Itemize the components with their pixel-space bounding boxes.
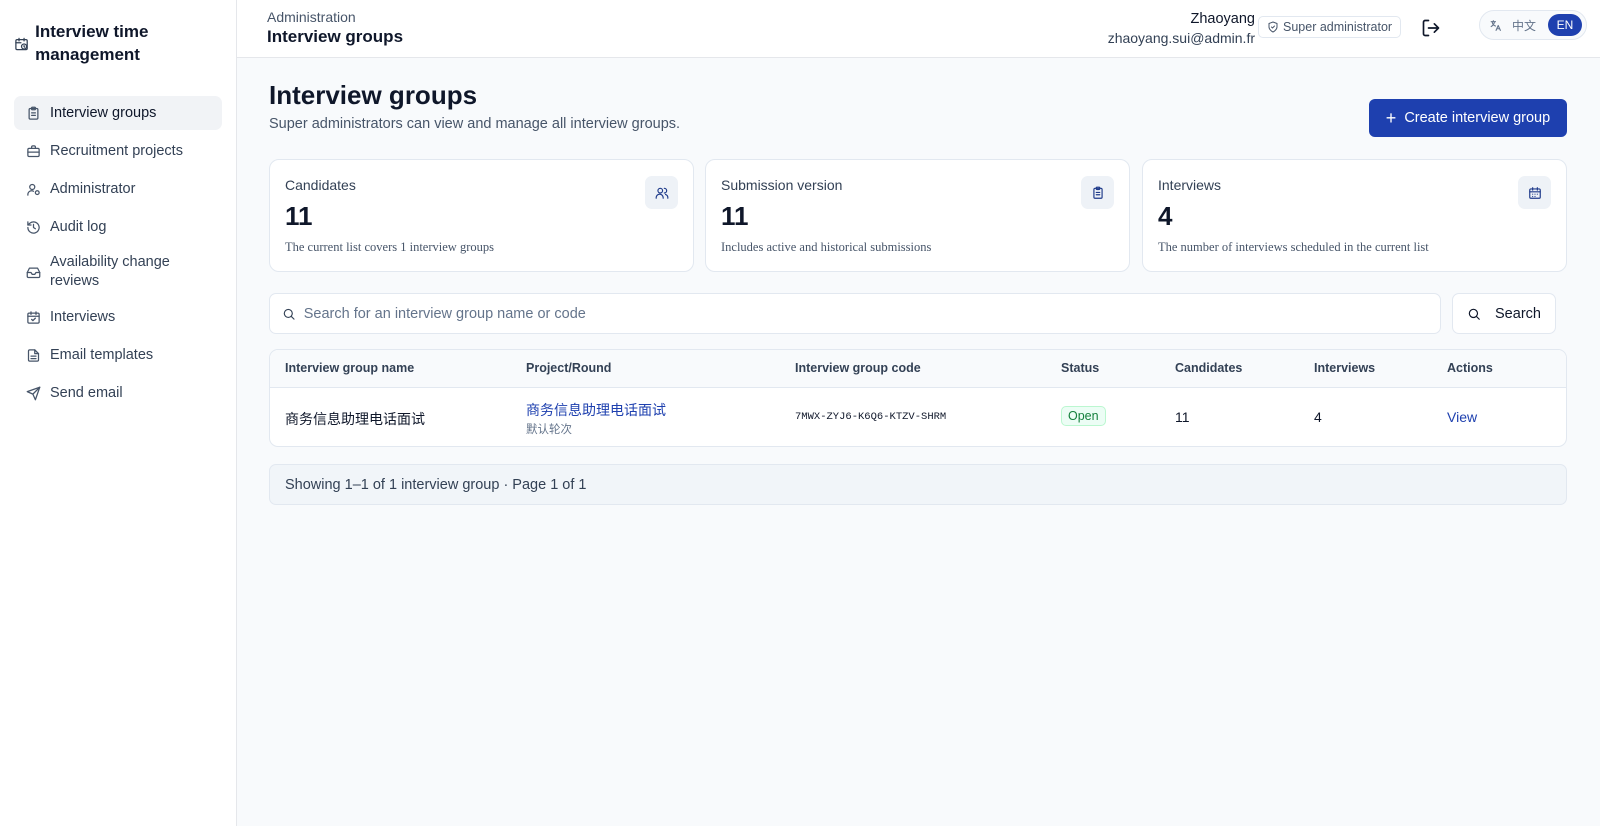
sidebar-item-audit-log[interactable]: Audit log [14,210,222,244]
calendar-check-icon [27,310,40,324]
status-cell: Open [1061,406,1106,426]
calendar-clock-icon [15,37,28,51]
stat-label: Candidates [285,177,356,193]
sidebar-item-label: Audit log [50,218,107,235]
project-link[interactable]: 商务信息助理电话面试 [526,400,666,420]
search-input[interactable] [303,305,1428,322]
sidebar-item-interview-groups[interactable]: Interview groups [14,96,222,130]
stat-description: The current list covers 1 interview grou… [285,240,494,254]
stat-value: 4 [1158,201,1173,231]
history-icon [27,220,40,234]
round-name: 默认轮次 [526,424,572,436]
inbox-icon [26,267,41,278]
calendar-icon [1518,176,1551,209]
column-header[interactable]: Interviews [1314,361,1375,375]
send-icon [26,386,41,400]
create-button-label: Create interview group [1404,110,1551,126]
search-button-label: Search [1495,305,1541,322]
user-email: zhaoyang.sui@admin.fr [1107,30,1255,46]
clipboard-icon [28,106,39,120]
view-link[interactable]: View [1447,409,1477,425]
table-header: Interview group name Project/Round Inter… [270,350,1566,388]
translate-icon [1490,19,1501,31]
interviews-count: 4 [1314,409,1322,425]
user-info: Zhaoyang zhaoyang.sui@admin.fr [1108,10,1255,48]
column-header[interactable]: Interview group name [285,361,414,375]
search-button[interactable]: Search [1452,293,1556,334]
column-header[interactable]: Interview group code [795,361,921,375]
briefcase-icon [27,144,40,157]
stat-card-interviews: Interviews 4 The number of interviews sc… [1142,159,1567,272]
stat-description: Includes active and historical submissio… [721,240,932,254]
shield-check-icon [1268,21,1278,33]
plus-icon: + [1385,108,1397,128]
sidebar-item-send-email[interactable]: Send email [14,376,222,410]
user-cog-icon [27,183,40,196]
document-icon [27,348,40,362]
page-subtitle: Super administrators can view and manage… [269,116,681,132]
sidebar-item-label: Send email [50,384,123,401]
stat-card-candidates: Candidates 11 The current list covers 1 … [269,159,694,272]
stat-cards: Candidates 11 The current list covers 1 … [269,159,1567,272]
column-header[interactable]: Candidates [1175,361,1242,375]
column-header[interactable]: Project/Round [526,361,611,375]
group-code: 7MWX-ZYJ6-K6Q6-KTZV-SHRM [795,411,947,423]
stat-description: The number of interviews scheduled in th… [1158,240,1429,254]
user-name: Zhaoyang [1190,11,1256,27]
sidebar-item-label: Recruitment projects [50,142,183,159]
language-switcher: 中文 EN [1479,10,1587,40]
table-row: 商务信息助理电话面试 商务信息助理电话面试 默认轮次 7MWX-ZYJ6-K6Q… [270,388,1566,446]
stat-card-submission-version: Submission version 11 Includes active an… [705,159,1130,272]
sidebar-item-label: Administrator [50,180,136,197]
header-title: Interview groups [267,27,404,46]
sidebar-item-interviews[interactable]: Interviews [14,300,222,334]
stat-value: 11 [721,201,749,231]
sidebar-item-recruitment-projects[interactable]: Recruitment projects [14,134,222,168]
search-field [269,293,1441,334]
sidebar-item-label: Interviews [50,308,116,325]
breadcrumb[interactable]: Administration [267,9,356,25]
sidebar-item-label: Availability change reviews [50,254,170,289]
role-badge: Super administrator [1258,16,1402,38]
stat-value: 11 [285,201,313,231]
page-title: Interview groups [269,80,478,110]
users-icon [645,176,678,209]
stat-label: Submission version [721,177,843,193]
stat-label: Interviews [1158,177,1222,193]
clipboard-icon [1081,176,1114,209]
main-content: Interview groups Super administrators ca… [237,58,1600,826]
sidebar-item-availability-change-reviews[interactable]: Availability change reviews [14,248,222,296]
sidebar: Interview time management Interview grou… [0,0,237,826]
pagination-summary: Showing 1–1 of 1 interview group · Page … [269,464,1567,505]
brand: Interview time management [0,0,236,66]
sidebar-item-administrator[interactable]: Administrator [14,172,222,206]
status-badge: Open [1061,406,1106,426]
logout-icon[interactable] [1421,18,1441,38]
interview-groups-table: Interview group name Project/Round Inter… [269,349,1567,447]
group-name: 商务信息助理电话面试 [285,411,425,427]
candidates-count: 11 [1175,409,1190,425]
column-header[interactable]: Status [1061,361,1099,375]
top-bar: Administration Interview groups Zhaoyang… [237,0,1600,58]
lang-zh-button[interactable]: 中文 [1512,17,1536,34]
sidebar-item-label: Email templates [50,346,154,363]
pagination-text: Showing 1–1 of 1 interview group · Page … [285,476,587,493]
app-title: Interview time management [35,22,149,64]
column-header: Actions [1447,361,1493,375]
role-label: Super administrator [1283,20,1393,34]
sidebar-nav: Interview groups Recruitment projects Ad… [0,96,236,410]
lang-en-button[interactable]: EN [1548,14,1583,36]
search-icon [1468,308,1480,320]
sidebar-item-email-templates[interactable]: Email templates [14,338,222,372]
search-icon [283,308,295,320]
create-interview-group-button[interactable]: + Create interview group [1369,99,1567,137]
sidebar-item-label: Interview groups [50,104,157,121]
